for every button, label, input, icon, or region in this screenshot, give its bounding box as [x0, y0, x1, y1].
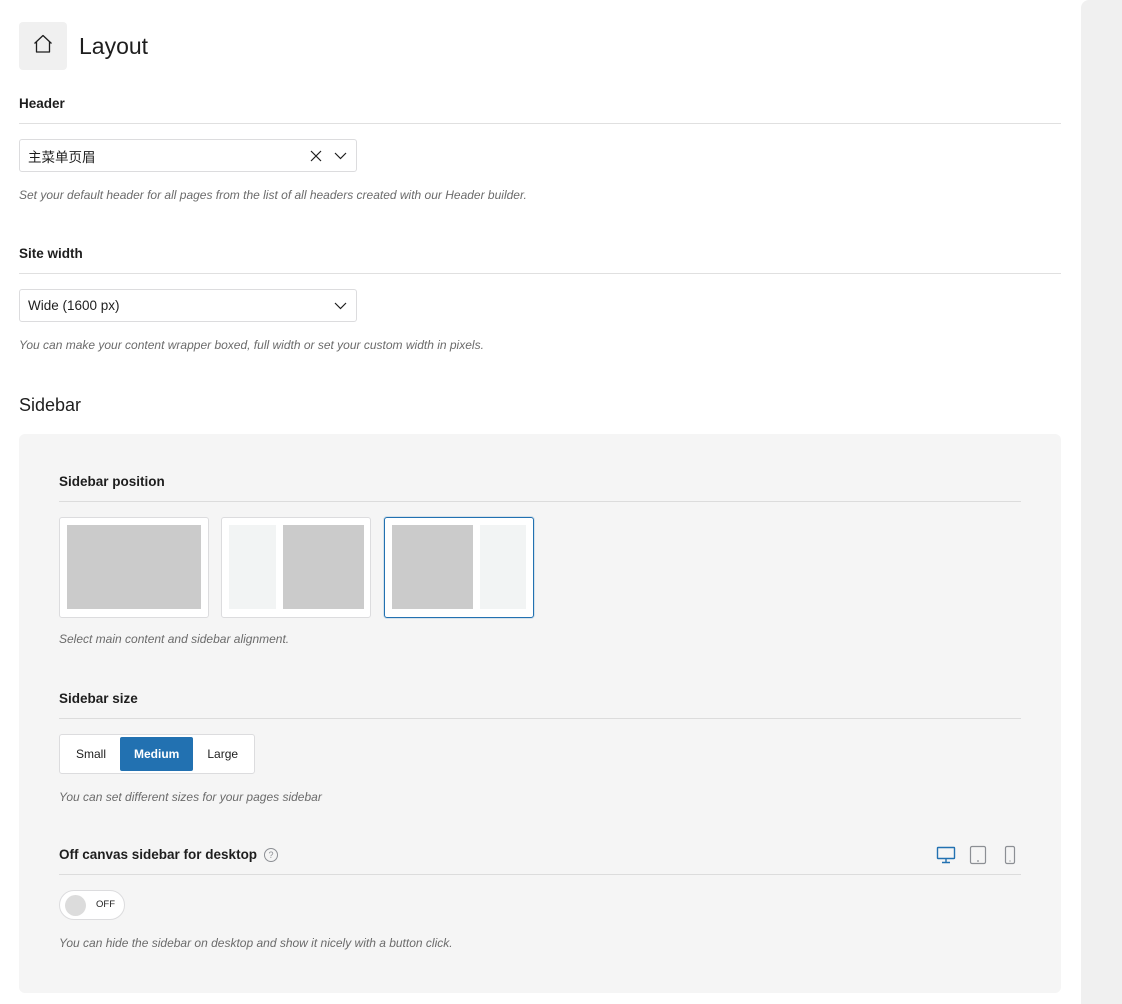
sidebar-position-help-text: Select main content and sidebar alignmen… [59, 632, 290, 646]
layout-option-left-sidebar[interactable] [221, 517, 371, 618]
page-header: Layout [19, 22, 148, 70]
site-width-divider [19, 273, 1061, 274]
tablet-icon[interactable] [967, 844, 989, 866]
site-width-select[interactable]: Wide (1600 px) [19, 289, 357, 322]
sidebar-position-divider [59, 501, 1021, 502]
home-icon [31, 32, 55, 61]
chevron-down-icon[interactable] [333, 299, 347, 313]
header-divider [19, 123, 1061, 124]
help-icon[interactable]: ? [264, 848, 279, 862]
content-area [392, 525, 473, 609]
size-small-button[interactable]: Small [62, 737, 120, 771]
sidebar-size-help-text: You can set different sizes for your pag… [59, 790, 322, 804]
size-large-button[interactable]: Large [193, 737, 252, 771]
layout-option-right-sidebar[interactable] [384, 517, 534, 618]
layout-settings-page: Layout Header 主菜单页眉 Set your default hea… [0, 0, 1122, 1004]
device-switcher [925, 844, 1021, 866]
off-canvas-label: Off canvas sidebar for desktop [59, 847, 258, 862]
right-side-panel [1081, 0, 1122, 1004]
site-width-select-value: Wide (1600 px) [28, 298, 120, 313]
size-medium-button[interactable]: Medium [120, 737, 194, 771]
layout-option-no-sidebar[interactable] [59, 517, 209, 618]
sidebar-size-group: Small Medium Large [59, 734, 256, 774]
off-canvas-label-row: Off canvas sidebar for desktop? [59, 847, 279, 862]
content-area [67, 525, 201, 609]
header-help-text: Set your default header for all pages fr… [19, 188, 527, 202]
toggle-state-label: OFF [96, 899, 115, 910]
sidebar-size-divider [59, 718, 1021, 719]
content-area [283, 525, 364, 609]
off-canvas-divider [59, 874, 1021, 875]
mobile-icon[interactable] [999, 844, 1021, 866]
sidebar-area [229, 525, 276, 609]
header-select-value: 主菜单页眉 [28, 149, 96, 165]
page-title: Layout [79, 32, 149, 59]
off-canvas-help-text: You can hide the sidebar on desktop and … [59, 936, 453, 950]
chevron-down-icon[interactable] [333, 149, 347, 163]
sidebar-position-label: Sidebar position [59, 474, 165, 489]
toggle-knob [65, 895, 86, 916]
off-canvas-toggle[interactable]: OFF [59, 890, 125, 920]
clear-icon[interactable] [309, 149, 323, 163]
sidebar-heading: Sidebar [19, 395, 82, 415]
sidebar-settings-panel: Sidebar position Select main content and… [19, 434, 1061, 993]
site-width-label: Site width [19, 246, 83, 261]
site-width-help-text: You can make your content wrapper boxed,… [19, 338, 484, 352]
sidebar-area [480, 525, 526, 609]
header-select[interactable]: 主菜单页眉 [19, 139, 357, 172]
desktop-icon[interactable] [935, 844, 957, 866]
header-label: Header [19, 96, 65, 111]
sidebar-size-label: Sidebar size [59, 691, 138, 706]
home-button[interactable] [19, 22, 67, 70]
